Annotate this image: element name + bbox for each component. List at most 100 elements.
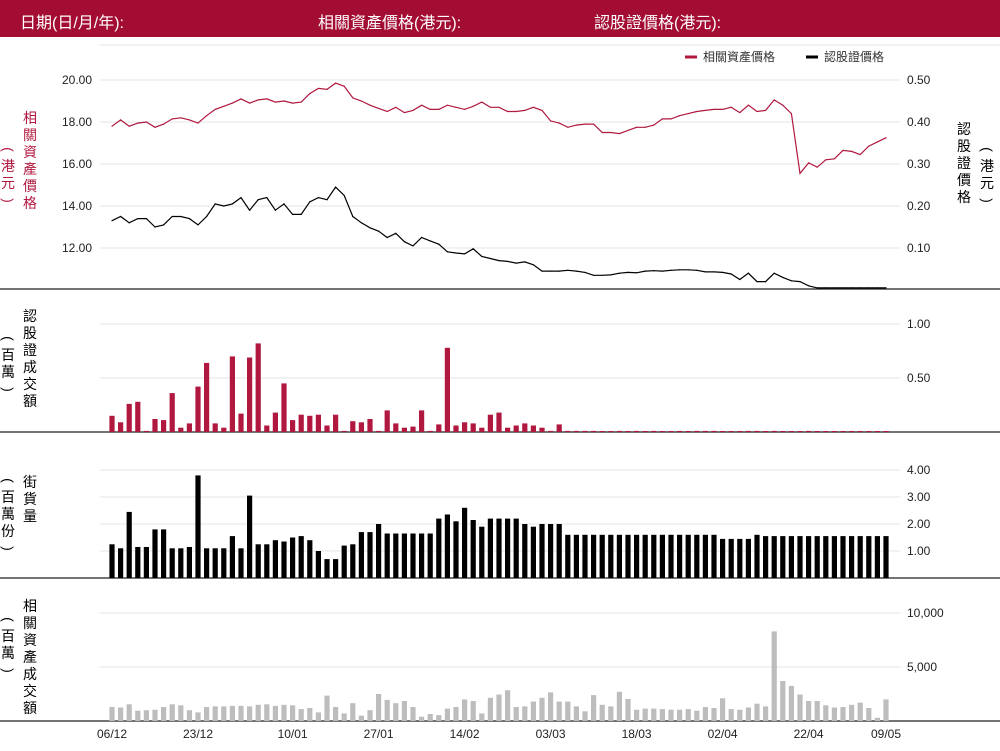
warrant-price-point [876, 287, 879, 289]
street-bar [487, 518, 493, 578]
warrant-price-point [567, 269, 569, 271]
asset-price-point [481, 101, 483, 103]
warrant-turnover-bar [651, 430, 657, 432]
warrant-turnover-bar [281, 383, 287, 432]
asset-turnover-bar [788, 685, 794, 721]
warrant-turnover-bar [857, 431, 863, 432]
axis-title-char: 證 [957, 155, 971, 171]
warrant-turnover-bar [608, 431, 614, 432]
warrant-turnover-bar [849, 431, 855, 432]
warrant-price-point [816, 287, 818, 289]
asset-turnover-bar [806, 701, 812, 721]
warrant-price-point [507, 260, 509, 263]
y-tick: 1.00 [907, 317, 931, 331]
asset-price-point [197, 122, 199, 124]
asset-price-point [799, 172, 801, 175]
street-bar [444, 514, 450, 578]
warrant-price-point [455, 252, 457, 254]
asset-turnover-bar [281, 704, 287, 721]
street-bar [410, 533, 416, 578]
axis-title-char: 格 [957, 189, 971, 205]
asset-price-point [876, 141, 879, 143]
warrant-price-point [292, 213, 294, 215]
warrant-turnover-bar [573, 430, 579, 432]
y-tick: 3.00 [907, 490, 931, 504]
axis-title-char: 認 [957, 121, 971, 137]
asset-turnover-bar [221, 706, 227, 721]
asset-price-point [206, 115, 208, 117]
y-tick-right: 0.50 [907, 73, 931, 87]
axis-title-char: 百 [1, 628, 15, 644]
asset-price-point [618, 132, 621, 135]
asset-turnover-bar [470, 701, 476, 721]
street-bar [599, 534, 605, 578]
asset-price-point [816, 166, 818, 168]
asset-turnover-bar [298, 709, 304, 721]
asset-turnover-bar [565, 701, 571, 721]
axis-title-char: ) [0, 387, 17, 392]
warrant-turnover-bar [720, 431, 726, 432]
warrant-turnover-bar [702, 430, 708, 432]
asset-turnover-bar [745, 707, 751, 721]
asset-turnover-bar [625, 698, 631, 721]
asset-price-point [593, 123, 595, 125]
asset-price-point [352, 97, 354, 99]
asset-turnover-bar [315, 712, 321, 721]
warrant-price-point [128, 222, 130, 224]
warrant-turnover-bar [668, 431, 674, 432]
warrant-turnover-bar [616, 430, 622, 432]
axis-title-char: 街 [23, 474, 37, 490]
asset-price-point [507, 110, 509, 113]
warrant-turnover-bar [530, 425, 536, 432]
warrant-turnover-bar [341, 430, 347, 432]
warrant-price-point [593, 274, 595, 276]
axis-title-char: 股 [957, 138, 971, 154]
axis-title-char: 關 [23, 127, 37, 143]
street-bar [771, 536, 777, 578]
warrant-price-point [532, 264, 535, 266]
asset-price-point [249, 102, 251, 104]
warrant-turnover-bar [393, 423, 399, 432]
warrant-price-point [489, 257, 491, 260]
warrant-turnover-bar [118, 422, 124, 432]
asset-turnover-bar [264, 704, 270, 721]
street-bar [221, 548, 227, 578]
street-bar [823, 536, 829, 578]
street-bar [298, 536, 304, 578]
axis-title-char: 萬 [1, 506, 15, 522]
asset-turnover-bar [324, 695, 330, 721]
warrant-price-point [636, 272, 638, 274]
warrant-turnover-bar [350, 421, 356, 432]
axis-title-char: 百 [1, 489, 15, 505]
asset-turnover-bar [874, 717, 880, 721]
warrant-turnover-bar [178, 427, 184, 432]
asset-turnover-bar [479, 713, 485, 721]
street-bar [367, 532, 373, 578]
axis-title-char: 認 [23, 308, 37, 324]
x-tick-label: 27/01 [364, 727, 394, 741]
asset-turnover-bar [668, 709, 674, 721]
warrant-price-point [111, 220, 113, 222]
warrant-turnover-bar [186, 423, 192, 432]
axis-title-char: ( [0, 147, 17, 152]
warrant-turnover-bar [806, 430, 812, 432]
axis-title-char: 份 [1, 523, 15, 539]
warrant-price-point [438, 243, 440, 245]
asset-turnover-bar [462, 699, 468, 721]
asset-turnover-bar [453, 707, 459, 721]
y-tick: 5,000 [907, 660, 937, 674]
asset-price-point [137, 122, 139, 124]
warrant-price-point [704, 271, 707, 273]
warrant-turnover-bar [642, 431, 648, 432]
axis-title-char: 額 [23, 393, 37, 409]
asset-price-point [730, 106, 732, 108]
warrant-turnover-bar [866, 431, 872, 432]
warrant-turnover-bar [788, 431, 794, 432]
asset-price-point [343, 85, 345, 87]
street-axis-title: 街貨量 [23, 474, 37, 525]
asset-price-point [584, 123, 586, 125]
asset-price-point [782, 104, 784, 106]
y-tick-right: 0.10 [907, 241, 931, 255]
asset-price-point [747, 104, 750, 106]
warrant-price-point [825, 287, 827, 289]
